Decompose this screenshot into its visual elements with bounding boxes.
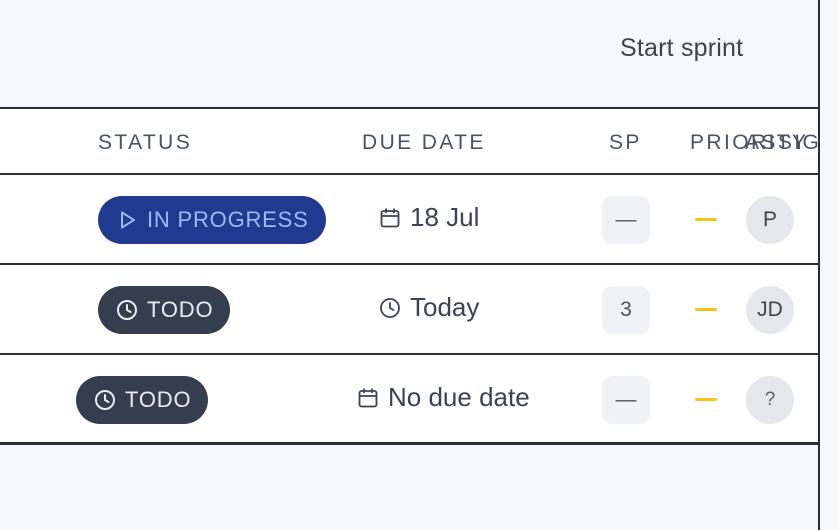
due-date[interactable]: Today xyxy=(378,292,479,323)
column-header-story-points[interactable]: SP xyxy=(609,131,642,155)
start-sprint-button[interactable]: Start sprint xyxy=(600,28,763,68)
due-date-label: No due date xyxy=(388,382,530,412)
calendar-icon xyxy=(378,206,402,230)
clock-icon xyxy=(93,388,117,412)
due-date-label: Today xyxy=(410,292,480,322)
table-header: STATUS DUE DATE SP PRIORITY ASSIGNEE xyxy=(0,109,818,175)
priority-indicator[interactable] xyxy=(695,398,717,401)
clock-icon xyxy=(115,298,139,322)
avatar[interactable]: ? xyxy=(746,376,794,424)
backlog-panel: Start sprint STATUS DUE DATE SP PRIORITY… xyxy=(0,0,838,530)
clock-icon xyxy=(378,296,402,320)
column-header-assignee[interactable]: ASSIGNEE xyxy=(745,131,818,155)
priority-indicator[interactable] xyxy=(695,308,717,311)
due-date-label: 18 Jul xyxy=(410,202,480,232)
status-badge[interactable]: IN PROGRESS xyxy=(98,196,326,244)
status-label: TODO xyxy=(125,387,192,412)
story-points[interactable]: — xyxy=(602,196,650,244)
column-header-due-date[interactable]: DUE DATE xyxy=(362,131,486,155)
table-row[interactable]: IN PROGRESS 18 Jul — P xyxy=(0,175,818,265)
avatar[interactable]: JD xyxy=(746,286,794,334)
table-row[interactable]: TODO Today 3 JD xyxy=(0,265,818,355)
play-icon xyxy=(115,208,139,232)
avatar[interactable]: P xyxy=(746,196,794,244)
calendar-icon xyxy=(356,386,380,410)
story-points[interactable]: 3 xyxy=(602,286,650,334)
due-date[interactable]: No due date xyxy=(356,382,530,413)
table-row[interactable]: TODO No due date — ? xyxy=(0,355,818,442)
status-badge[interactable]: TODO xyxy=(76,376,209,424)
status-label: IN PROGRESS xyxy=(147,207,309,232)
status-badge[interactable]: TODO xyxy=(98,286,231,334)
story-points[interactable]: — xyxy=(602,376,650,424)
status-label: TODO xyxy=(147,297,214,322)
issue-table: STATUS DUE DATE SP PRIORITY ASSIGNEE IN … xyxy=(0,107,818,445)
panel-divider xyxy=(818,0,820,530)
column-header-status[interactable]: STATUS xyxy=(98,131,192,155)
due-date[interactable]: 18 Jul xyxy=(378,202,479,233)
priority-indicator[interactable] xyxy=(695,218,717,221)
